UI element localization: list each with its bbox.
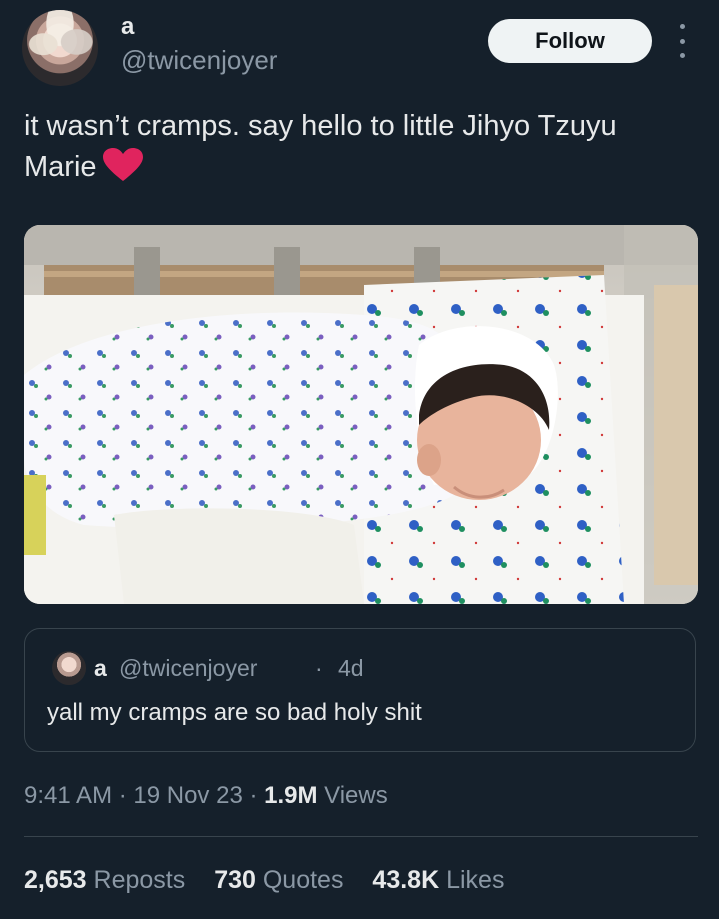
divider <box>24 836 698 837</box>
author-handle[interactable]: @twicenjoyer <box>121 45 277 76</box>
quotes-label: Quotes <box>262 866 344 894</box>
views-count: 1.9M <box>264 782 318 809</box>
meta-separator: · <box>112 782 134 809</box>
quoted-handle: @twicenjoyer <box>119 655 258 681</box>
tweet-time[interactable]: 9:41 AM <box>24 782 112 809</box>
reposts-count: 2,653 <box>24 866 87 894</box>
author-avatar[interactable] <box>22 10 98 86</box>
tweet-date[interactable]: 19 Nov 23 <box>133 782 242 809</box>
quotes-stat[interactable]: 730 Quotes <box>214 866 343 894</box>
quotes-count: 730 <box>214 866 256 894</box>
tweet-metadata: 9:41 AM · 19 Nov 23 · 1.9M Views <box>24 782 388 810</box>
engagement-stats: 2,653 Reposts 730 Quotes 43.8K Likes <box>24 866 526 895</box>
tweet-photo[interactable] <box>24 225 698 604</box>
likes-count: 43.8K <box>372 866 440 894</box>
likes-label: Likes <box>446 866 505 894</box>
quoted-avatar[interactable] <box>52 651 86 685</box>
meta-separator: · <box>242 782 265 809</box>
follow-button[interactable]: Follow <box>488 19 652 63</box>
more-options-icon[interactable] <box>672 24 692 58</box>
quoted-text: yall my cramps are so bad holy shit <box>47 699 422 726</box>
quoted-time[interactable]: 4d <box>338 655 364 682</box>
heart-icon <box>102 148 143 181</box>
author-display-name[interactable]: a <box>121 13 134 41</box>
tweet-text: it wasn’t cramps. say hello to little Ji… <box>24 106 684 188</box>
quoted-tweet[interactable]: a @twicenjoyer · 4d yall my cramps are s… <box>24 628 696 752</box>
avatar-image <box>22 10 98 86</box>
views-label: Views <box>317 782 388 809</box>
newborn-photo <box>24 225 698 604</box>
quoted-display-name: a <box>94 655 107 681</box>
reposts-label: Reposts <box>93 866 186 894</box>
reposts-stat[interactable]: 2,653 Reposts <box>24 866 185 894</box>
quoted-separator: · <box>315 655 323 681</box>
likes-stat[interactable]: 43.8K Likes <box>372 866 504 894</box>
